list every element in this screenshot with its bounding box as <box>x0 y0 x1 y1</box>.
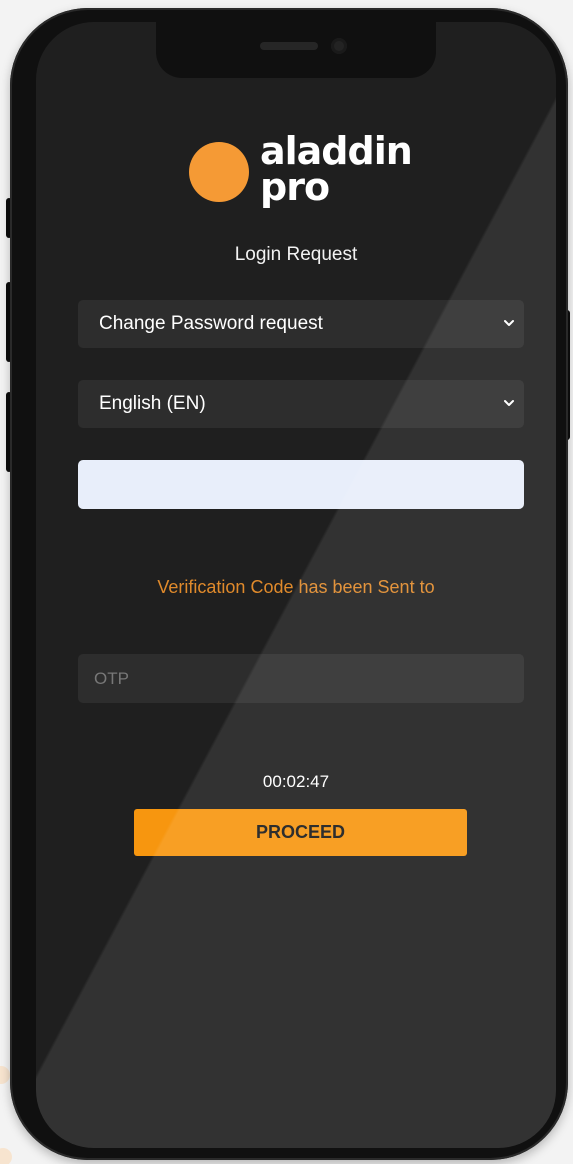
identifier-input[interactable] <box>78 460 524 509</box>
language-selected-value: English (EN) <box>99 393 206 414</box>
login-request-screen: aladdin pro Login Request Change Passwor… <box>36 22 556 1148</box>
request-type-select[interactable]: Change Password request <box>78 300 524 348</box>
front-camera <box>331 38 347 54</box>
phone-frame: aladdin pro Login Request Change Passwor… <box>10 8 568 1160</box>
countdown-timer: 00:02:47 <box>262 772 330 791</box>
logo-text-line2: pro <box>260 165 330 209</box>
background-dot <box>0 1148 12 1164</box>
chevron-down-icon <box>504 320 514 326</box>
chevron-down-icon <box>504 400 514 406</box>
proceed-button[interactable]: PROCEED <box>134 809 467 856</box>
stage: aladdin pro Login Request Change Passwor… <box>0 0 573 1164</box>
brand-logo: aladdin pro <box>180 126 420 206</box>
background-dot <box>0 1066 10 1084</box>
otp-input[interactable] <box>78 654 524 703</box>
page-title: Login Request <box>234 244 358 265</box>
verification-notice: Verification Code has been Sent to <box>157 577 435 597</box>
phone-screen: aladdin pro Login Request Change Passwor… <box>36 22 556 1148</box>
speaker-grille <box>260 42 318 50</box>
language-select[interactable]: English (EN) <box>78 380 524 428</box>
logo-circle <box>189 142 249 202</box>
request-type-selected-value: Change Password request <box>99 313 323 334</box>
phone-notch <box>156 22 436 78</box>
